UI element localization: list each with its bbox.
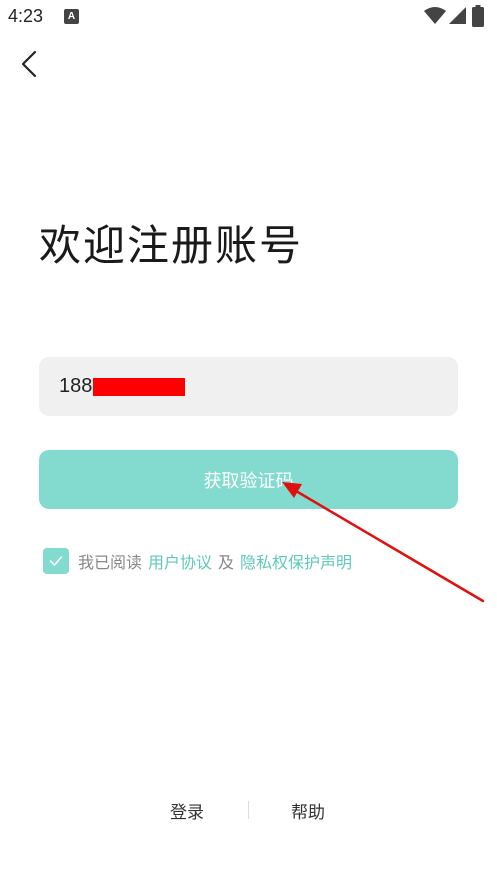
checkmark-icon bbox=[49, 556, 63, 566]
help-link[interactable]: 帮助 bbox=[291, 798, 325, 823]
agreement-checkbox[interactable] bbox=[43, 548, 69, 574]
back-button[interactable] bbox=[10, 44, 50, 84]
agreement-conjunction: 及 bbox=[218, 553, 235, 572]
get-code-button[interactable]: 获取验证码 bbox=[39, 450, 458, 509]
agreement-row: 我已阅读 用户协议 及 隐私权保护声明 bbox=[43, 548, 352, 574]
notification-icon: A bbox=[64, 9, 79, 24]
annotation-arrow bbox=[282, 482, 485, 603]
footer-divider bbox=[248, 801, 249, 819]
status-bar: 4:23 A bbox=[0, 0, 497, 34]
page-title: 欢迎注册账号 bbox=[39, 221, 304, 270]
status-time: 4:23 bbox=[8, 6, 44, 26]
battery-icon bbox=[472, 5, 484, 27]
chevron-left-icon bbox=[21, 50, 37, 78]
wifi-icon bbox=[424, 7, 446, 24]
agreement-prefix: 我已阅读 bbox=[78, 553, 143, 572]
signal-icon bbox=[449, 7, 466, 24]
privacy-policy-link[interactable]: 隐私权保护声明 bbox=[240, 549, 352, 573]
redaction-mark bbox=[93, 378, 185, 396]
login-link[interactable]: 登录 bbox=[170, 798, 204, 823]
user-agreement-link[interactable]: 用户协议 bbox=[148, 549, 212, 573]
